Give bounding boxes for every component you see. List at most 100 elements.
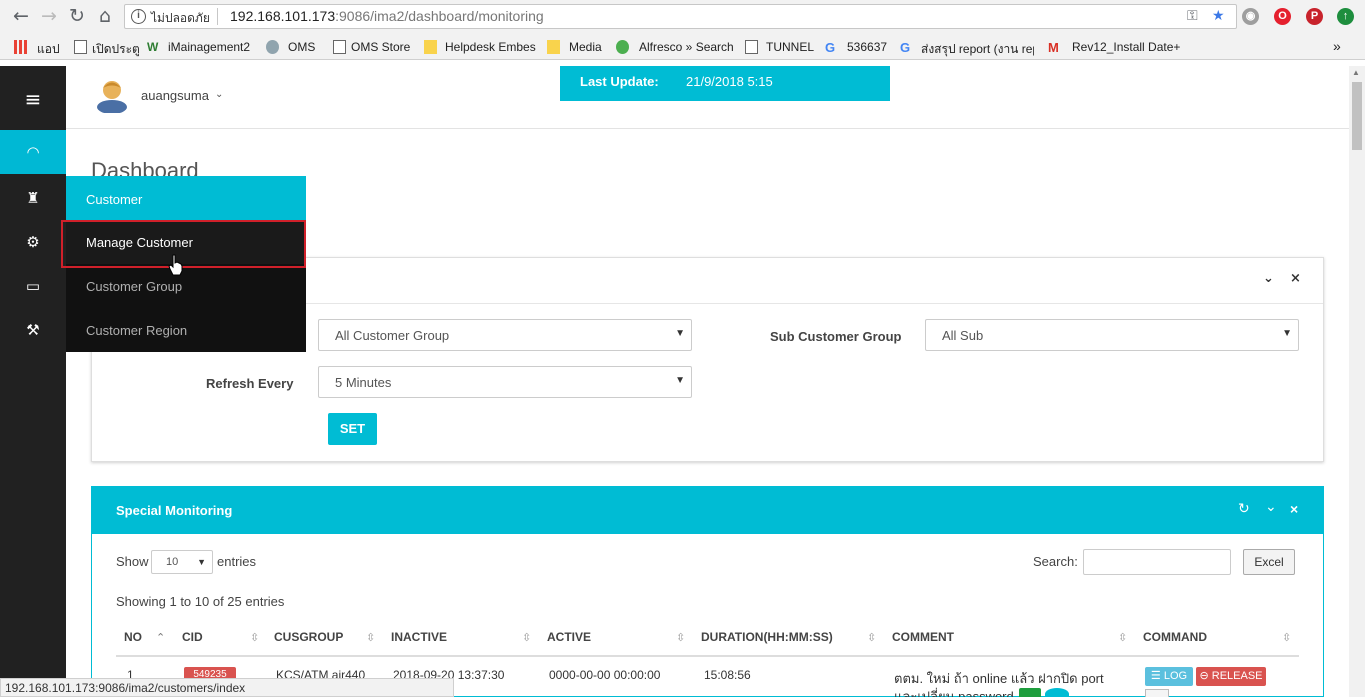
page-icon xyxy=(74,40,87,54)
bookmark-item[interactable]: Media xyxy=(569,40,602,54)
column-header-no[interactable]: NO xyxy=(124,630,142,644)
sort-icon[interactable]: ⇳ xyxy=(250,631,259,644)
reload-icon[interactable]: ↻ xyxy=(66,5,88,27)
scroll-up-icon[interactable]: ▲ xyxy=(1352,68,1360,77)
bookmark-item[interactable]: OMS xyxy=(288,40,315,54)
bookmark-apps[interactable]: แอป xyxy=(37,40,60,59)
search-input[interactable] xyxy=(1083,549,1231,575)
show-label: Show xyxy=(116,554,149,569)
tools-icon[interactable]: ⚒ xyxy=(0,308,66,352)
url-host: 192.168.101.173 xyxy=(230,8,336,24)
google-icon: G xyxy=(825,40,836,55)
info-comment-icon[interactable] xyxy=(1045,688,1069,697)
bookmark-item[interactable]: TUNNEL xyxy=(766,40,814,54)
bookmark-star-icon[interactable]: ★ xyxy=(1212,8,1225,24)
column-header-active[interactable]: ACTIVE xyxy=(547,630,591,644)
monitor-icon[interactable]: ▭ xyxy=(0,264,66,308)
panel-title: Special Monitoring xyxy=(116,503,233,518)
bookmark-item[interactable]: Helpdesk Embes xyxy=(445,40,536,54)
settings-icon[interactable]: ⚙ xyxy=(0,220,66,264)
cell-active: 0000-00-00 00:00:00 xyxy=(549,668,661,682)
collapse-icon[interactable]: ⌄ xyxy=(1263,271,1274,286)
column-header-cusgroup[interactable]: CUSGROUP xyxy=(274,630,343,644)
more-bookmarks-icon[interactable]: » xyxy=(1333,38,1341,54)
refresh-every-select[interactable]: 5 Minutes ▼ xyxy=(318,366,692,398)
log-button[interactable]: ☰ LOG xyxy=(1145,667,1193,686)
bookmark-item[interactable]: เปิดประตู xyxy=(92,40,140,59)
forward-icon[interactable]: → xyxy=(38,5,60,27)
update-extension-icon[interactable]: ↑ xyxy=(1337,8,1354,25)
refresh-every-value: 5 Minutes xyxy=(335,375,392,390)
caret-down-icon: ▼ xyxy=(1282,328,1292,339)
sort-icon[interactable]: ⇳ xyxy=(522,631,531,644)
showing-info: Showing 1 to 10 of 25 entries xyxy=(116,594,285,609)
sort-icon[interactable]: ⇳ xyxy=(1118,631,1127,644)
special-monitoring-header: Special Monitoring ↻ ⌄ × xyxy=(92,487,1323,534)
scrollbar-thumb[interactable] xyxy=(1352,82,1362,150)
dashboard-icon[interactable]: ◠ xyxy=(0,130,66,174)
menu-icon[interactable]: ≡ xyxy=(0,77,66,121)
apps-icon[interactable] xyxy=(14,40,27,54)
bookmark-item[interactable]: iMainagement2 xyxy=(168,40,250,54)
customer-icon[interactable]: ♜ xyxy=(0,176,66,220)
sub-customer-group-select[interactable]: All Sub ▼ xyxy=(925,319,1299,351)
sort-icon[interactable]: ⇳ xyxy=(1282,631,1291,644)
opera-extension-icon[interactable]: O xyxy=(1274,8,1291,25)
collapse-icon[interactable]: ⌄ xyxy=(1265,499,1277,515)
username[interactable]: auangsuma xyxy=(141,88,209,103)
camera-extension-icon[interactable]: ◉ xyxy=(1242,8,1259,25)
entries-select[interactable]: 10 ▼ xyxy=(151,550,213,574)
minus-circle-icon: ⊖ xyxy=(1199,670,1209,682)
bookmark-item[interactable]: Alfresco » Search xyxy=(639,40,734,54)
url-text[interactable]: 192.168.101.173:9086/ima2/dashboard/moni… xyxy=(230,8,544,24)
sidebar: ≡ ◠ ♜ ⚙ ▭ ⚒ xyxy=(0,66,66,697)
sort-icon[interactable]: ⇳ xyxy=(676,631,685,644)
column-header-command[interactable]: COMMAND xyxy=(1143,630,1207,644)
sub-customer-group-label: Sub Customer Group xyxy=(770,329,902,344)
oms-icon xyxy=(266,40,279,54)
release-button[interactable]: ⊖ RELEASE xyxy=(1196,667,1266,686)
folder-icon xyxy=(424,40,437,54)
column-header-duration[interactable]: DURATION(HH:MM:SS) xyxy=(701,630,833,644)
sort-asc-icon[interactable]: ⌃ xyxy=(156,631,165,644)
avatar[interactable] xyxy=(96,77,128,113)
menu-item-customer-region[interactable]: Customer Region xyxy=(66,308,306,352)
bookmark-item[interactable]: ส่งสรุป report (งาน rep xyxy=(921,40,1034,59)
address-bar[interactable]: i ไม่ปลอดภัย 192.168.101.173:9086/ima2/d… xyxy=(124,4,1237,29)
refresh-every-label: Refresh Every xyxy=(206,376,294,391)
back-icon[interactable]: ← xyxy=(10,5,32,27)
chart-button[interactable] xyxy=(1145,689,1169,697)
scrollbar[interactable] xyxy=(1349,66,1365,697)
set-button[interactable]: SET xyxy=(328,413,377,445)
pinterest-extension-icon[interactable]: P xyxy=(1306,8,1323,25)
menu-item-customer-group[interactable]: Customer Group xyxy=(66,264,306,308)
caret-down-icon: ▼ xyxy=(675,375,685,386)
column-header-inactive[interactable]: INACTIVE xyxy=(391,630,447,644)
page-icon xyxy=(745,40,758,54)
refresh-icon[interactable]: ↻ xyxy=(1238,501,1250,517)
edit-comment-icon[interactable] xyxy=(1019,688,1041,697)
sort-icon[interactable]: ⇳ xyxy=(867,631,876,644)
release-label: RELEASE xyxy=(1211,670,1263,682)
column-header-comment[interactable]: COMMENT xyxy=(892,630,954,644)
close-icon[interactable]: × xyxy=(1290,271,1301,286)
bookmark-item[interactable]: 536637 xyxy=(847,40,887,54)
header-divider xyxy=(116,655,1299,657)
close-icon[interactable]: × xyxy=(1290,501,1298,517)
gmail-icon: M xyxy=(1048,40,1059,55)
google-icon: G xyxy=(900,40,911,55)
excel-button[interactable]: Excel xyxy=(1243,549,1295,575)
chevron-down-icon[interactable]: ⌄ xyxy=(215,89,223,100)
sort-icon[interactable]: ⇳ xyxy=(366,631,375,644)
column-header-cid[interactable]: CID xyxy=(182,630,203,644)
search-label: Search: xyxy=(1033,554,1078,569)
caret-down-icon: ▼ xyxy=(197,557,206,567)
bookmark-item[interactable]: Rev12_Install Date+ U xyxy=(1072,40,1184,54)
key-icon[interactable]: ⚿ xyxy=(1187,8,1198,24)
menu-header[interactable]: Customer xyxy=(66,176,306,220)
customer-group-select[interactable]: All Customer Group ▼ xyxy=(318,319,692,351)
home-icon[interactable]: ⌂ xyxy=(94,5,116,27)
info-icon[interactable]: i xyxy=(131,9,146,24)
bookmark-item[interactable]: OMS Store xyxy=(351,40,410,54)
customer-group-value: All Customer Group xyxy=(335,328,450,343)
